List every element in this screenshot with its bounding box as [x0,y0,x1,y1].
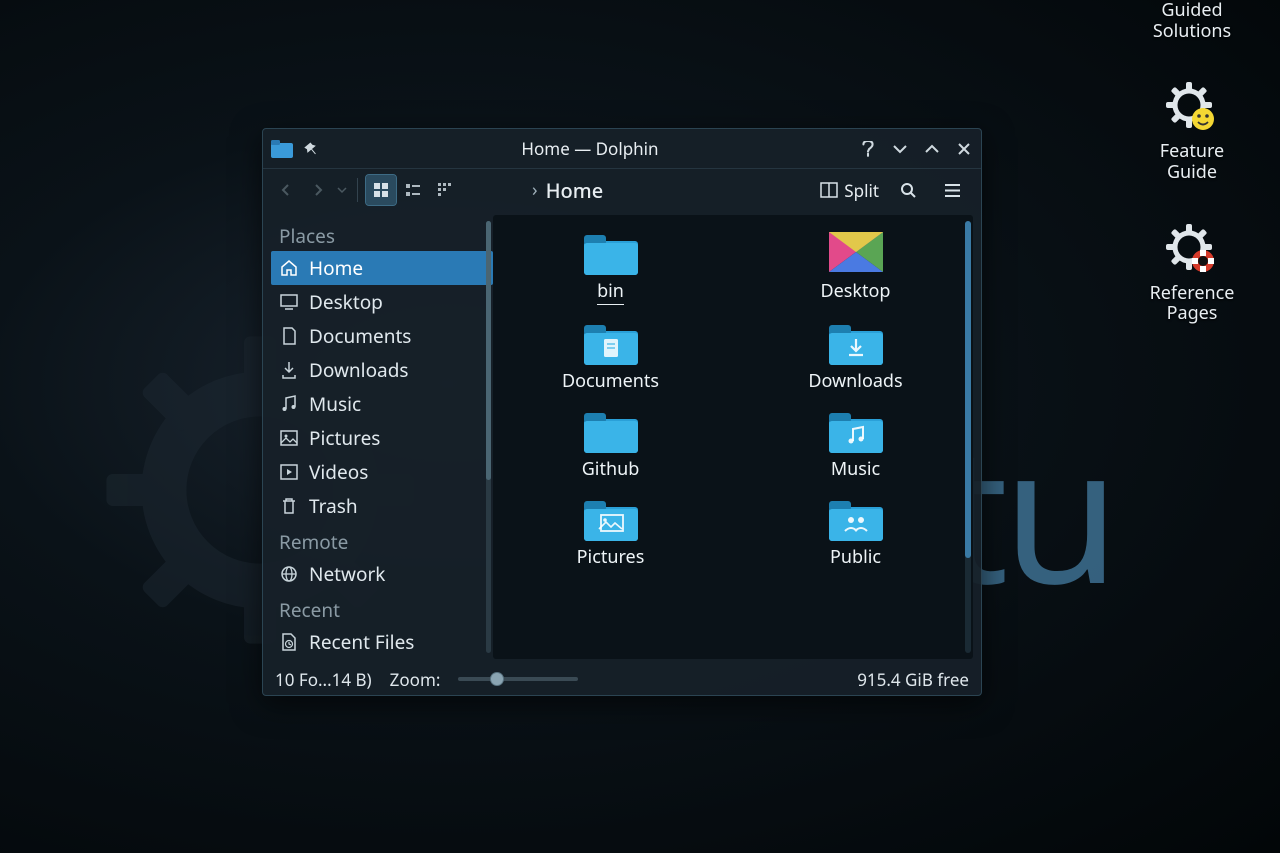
sidebar-item-label: Videos [309,459,368,485]
file-item-documents[interactable]: Documents [533,319,688,393]
status-bar: 10 Fo...14 B) Zoom: 915.4 GiB free [263,663,981,695]
sidebar-item-desktop[interactable]: Desktop [271,285,493,319]
folder-icon [827,495,885,541]
window-title: Home — Dolphin [321,137,859,160]
view-compact-button[interactable] [398,175,428,205]
download-icon [279,360,299,380]
file-label: Github [582,457,640,481]
shortcut-label: Guided Solutions [1153,0,1231,41]
file-item-downloads[interactable]: Downloads [778,319,933,393]
sidebar-item-label: Network [309,561,385,587]
sidebar-item-documents[interactable]: Documents [271,319,493,353]
file-label: Music [831,457,880,481]
sidebar-item-label: Downloads [309,357,409,383]
folder-icon [827,407,885,453]
file-item-public[interactable]: Public [778,495,933,569]
search-button[interactable] [893,175,923,205]
folder-icon [582,229,640,275]
separator [357,178,358,202]
sidebar: Places Home Desktop Documents Downloads Music… [263,211,493,663]
picture-icon [279,428,299,448]
status-count: 10 Fo...14 B) [275,668,372,691]
breadcrumb-chevron-icon: › [532,178,538,202]
recent-files-icon [279,632,299,652]
sidebar-item-network[interactable]: Network [271,557,493,591]
desktop-thumbnail-icon [827,229,885,275]
status-free-space: 915.4 GiB free [857,668,969,691]
music-icon [279,394,299,414]
minimize-button[interactable] [891,140,909,158]
split-button[interactable]: Split [820,179,879,202]
gear-lifesaver-icon [1165,223,1219,277]
sidebar-heading: Places [271,217,493,251]
app-icon [271,140,293,158]
home-icon [279,258,299,278]
sidebar-heading: Remote [271,523,493,557]
file-label: Desktop [821,279,891,303]
zoom-label: Zoom: [390,668,441,691]
document-icon [279,326,299,346]
file-item-pictures[interactable]: Pictures [533,495,688,569]
view-details-button[interactable] [430,175,460,205]
file-label: bin [597,279,624,305]
gear-smiley-icon [1165,81,1219,135]
file-label: Documents [562,369,659,393]
file-label: Public [830,545,881,569]
address-bar[interactable]: › Home [532,177,818,204]
toolbar: › Home Split [263,169,981,211]
back-button[interactable] [271,175,301,205]
sidebar-item-music[interactable]: Music [271,387,493,421]
desktop-icon [279,292,299,312]
sidebar-item-pictures[interactable]: Pictures [271,421,493,455]
sidebar-item-label: Trash [309,493,358,519]
sidebar-item-downloads[interactable]: Downloads [271,353,493,387]
file-item-bin[interactable]: bin [533,229,688,305]
sidebar-item-videos[interactable]: Videos [271,455,493,489]
history-dropdown[interactable] [335,175,349,205]
folder-icon [827,319,885,365]
content-scrollbar[interactable] [965,221,971,653]
file-item-desktop[interactable]: Desktop [778,229,933,305]
sidebar-item-trash[interactable]: Trash [271,489,493,523]
file-label: Downloads [808,369,902,393]
desktop-shortcut-reference-pages[interactable]: Reference Pages [1150,223,1235,324]
sidebar-scrollbar[interactable] [486,221,491,653]
file-item-github[interactable]: Github [533,407,688,481]
split-label: Split [844,179,879,202]
forward-button[interactable] [303,175,333,205]
network-icon [279,564,299,584]
sidebar-item-recent-files[interactable]: Recent Files [271,625,493,659]
sidebar-heading: Recent [271,591,493,625]
file-label: Pictures [577,545,645,569]
sidebar-item-label: Home [309,255,363,281]
close-button[interactable] [955,140,973,158]
menu-button[interactable] [937,175,967,205]
dolphin-window: Home — Dolphin [262,128,982,696]
help-button[interactable] [859,140,877,158]
sidebar-item-label: Documents [309,323,411,349]
folder-icon [582,495,640,541]
shortcut-label: Feature Guide [1160,141,1224,182]
video-icon [279,462,299,482]
sidebar-item-label: Desktop [309,289,383,315]
desktop-shortcut-feature-guide[interactable]: Feature Guide [1160,81,1224,182]
sidebar-item-recent-locations[interactable]: Recent Locations [271,659,493,663]
titlebar[interactable]: Home — Dolphin [263,129,981,169]
sidebar-item-label: Pictures [309,425,380,451]
folder-icon [582,319,640,365]
view-icons-button[interactable] [366,175,396,205]
sidebar-item-home[interactable]: Home [271,251,493,285]
zoom-slider[interactable] [458,677,578,681]
file-item-music[interactable]: Music [778,407,933,481]
file-view: bin Desktop Documents Downloads Github Music P… [493,215,973,659]
maximize-button[interactable] [923,140,941,158]
desktop-shortcut-guided-solutions[interactable]: Guided Solutions [1153,0,1231,41]
pin-icon[interactable] [303,140,321,158]
folder-icon [582,407,640,453]
breadcrumb-current: Home [546,177,604,204]
sidebar-item-label: Music [309,391,361,417]
sidebar-item-label: Recent Files [309,629,414,655]
trash-icon [279,496,299,516]
shortcut-label: Reference Pages [1150,283,1235,324]
